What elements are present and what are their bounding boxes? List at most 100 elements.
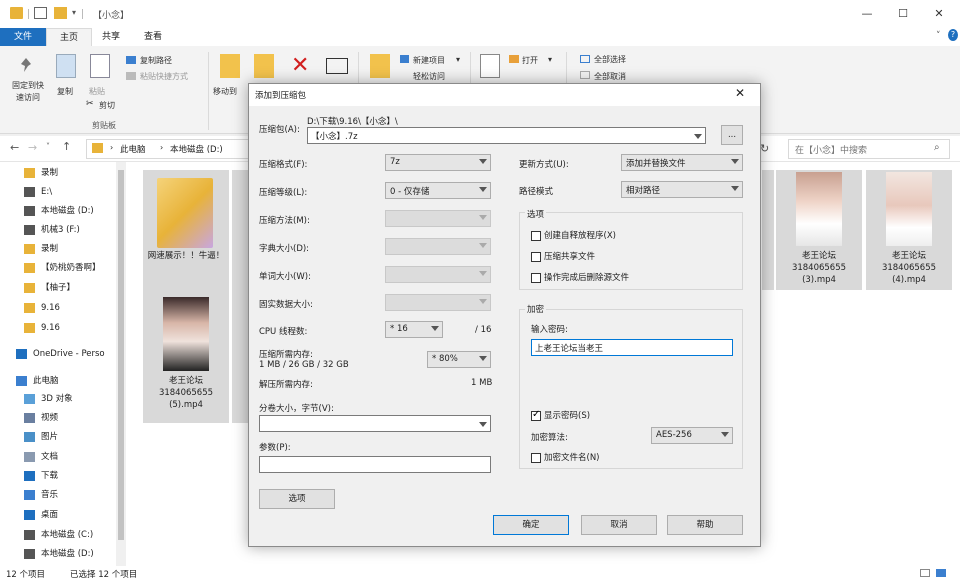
maximize-button[interactable]: ☐ — [888, 5, 918, 23]
solid-size-select[interactable] — [385, 294, 491, 311]
cancel-button[interactable]: 取消 — [581, 515, 657, 535]
paste-button[interactable]: 粘贴 — [89, 86, 105, 97]
word-size-select[interactable] — [385, 266, 491, 283]
copy-button[interactable]: 复制 — [57, 86, 73, 97]
sidebar-item[interactable]: 【奶桃奶香啊】 — [24, 259, 116, 277]
encrypt-names-checkbox[interactable]: 加密文件名(N) — [531, 451, 600, 463]
file-item[interactable]: 网速展示！！牛逼！ — [143, 170, 229, 294]
back-arrow-icon[interactable]: ← — [10, 141, 19, 154]
sidebar-item[interactable]: 此电脑 — [16, 372, 108, 390]
parameters-input[interactable] — [259, 456, 491, 473]
help-button[interactable]: 帮助 — [667, 515, 743, 535]
search-icon[interactable]: ⌕ — [934, 142, 940, 153]
memory-usage-select[interactable]: * 80% — [427, 351, 491, 368]
options-button[interactable]: 选项 — [259, 489, 335, 509]
open-button[interactable]: 打开 — [522, 55, 538, 66]
sidebar-item[interactable]: 录制 — [24, 240, 116, 258]
copy-icon[interactable] — [56, 54, 76, 78]
new-item-button[interactable]: 新建项目 — [413, 55, 445, 66]
sidebar-item[interactable]: E:\ — [24, 183, 116, 201]
file-item-partial[interactable] — [232, 293, 248, 423]
file-item[interactable]: 老王论坛 3184065655 (4).mp4 — [866, 170, 952, 290]
sidebar-item[interactable]: 桌面 — [24, 506, 116, 524]
customize-quick-access-icon[interactable]: ▾ — [72, 8, 76, 17]
forward-arrow-icon[interactable]: → — [28, 141, 37, 154]
sidebar-item[interactable]: 录制 — [24, 164, 116, 182]
archive-name-input[interactable]: 【小念】.7z — [307, 127, 706, 144]
browse-button[interactable]: ... — [721, 125, 743, 145]
copy-path-button[interactable]: 复制路径 — [140, 55, 172, 66]
select-none-button[interactable]: 全部取消 — [594, 71, 626, 82]
file-item[interactable]: 老王论坛 3184065655 (5).mp4 — [143, 293, 229, 423]
pin-quick-access-button[interactable]: 固定到快 速访问 — [10, 80, 46, 104]
details-view-icon[interactable] — [920, 569, 930, 577]
sidebar-item[interactable]: 视频 — [24, 409, 116, 427]
format-select[interactable]: 7z — [385, 154, 491, 171]
checkbox-icon[interactable] — [531, 272, 541, 283]
encryption-method-select[interactable]: AES-256 — [651, 427, 733, 444]
path-mode-select[interactable]: 相对路径 — [621, 181, 743, 198]
show-password-checkbox[interactable]: 显示密码(S) — [531, 409, 590, 421]
sidebar-item[interactable]: 音乐 — [24, 486, 116, 504]
properties-icon[interactable] — [34, 7, 47, 19]
tab-view[interactable]: 查看 — [138, 28, 168, 46]
update-mode-select[interactable]: 添加并替换文件 — [621, 154, 743, 171]
cpu-threads-select[interactable]: * 16 — [385, 321, 443, 338]
copy-to-icon[interactable] — [254, 54, 274, 78]
search-input[interactable]: 在【小念】中搜索 — [788, 139, 950, 159]
move-to-icon[interactable] — [220, 54, 240, 78]
file-item-partial[interactable] — [232, 170, 248, 294]
level-select[interactable]: 0 - 仅存储 — [385, 182, 491, 199]
sidebar-item[interactable]: 【柚子】 — [24, 279, 116, 297]
close-window-button[interactable]: ✕ — [924, 5, 954, 23]
sidebar-item[interactable]: 本地磁盘 (D:) — [24, 202, 116, 220]
pin-icon[interactable] — [17, 56, 35, 76]
create-sfx-checkbox[interactable]: 创建自释放程序(X) — [531, 229, 616, 241]
help-icon[interactable]: ? — [948, 29, 958, 41]
paste-icon[interactable] — [90, 54, 110, 78]
properties-big-icon[interactable] — [480, 54, 500, 78]
sidebar-item[interactable]: 本地磁盘 (C:) — [24, 526, 116, 544]
sidebar-item[interactable]: 9.16 — [24, 319, 116, 337]
paste-shortcut-button[interactable]: 粘贴快捷方式 — [140, 71, 188, 82]
cut-button[interactable]: 剪切 — [99, 100, 115, 111]
sidebar-item[interactable]: 下载 — [24, 467, 116, 485]
delete-icon[interactable]: ✕ — [291, 53, 309, 78]
delete-after-checkbox[interactable]: 操作完成后删除源文件 — [531, 271, 629, 283]
shared-files-checkbox[interactable]: 压缩共享文件 — [531, 250, 595, 262]
ok-button[interactable]: 确定 — [493, 515, 569, 535]
sidebar-item[interactable]: 文档 — [24, 448, 116, 466]
large-icons-view-icon[interactable] — [936, 569, 946, 577]
dialog-close-button[interactable]: ✕ — [735, 86, 745, 100]
move-to-button[interactable]: 移动到 — [213, 86, 237, 97]
dictionary-select[interactable] — [385, 238, 491, 255]
sidebar-item[interactable]: 9.16 — [24, 299, 116, 317]
new-folder-icon[interactable] — [54, 7, 67, 19]
sidebar-item[interactable]: OneDrive - Perso — [16, 345, 108, 363]
password-input[interactable]: 上老王论坛当老王 — [531, 339, 733, 356]
sidebar-item[interactable]: 机械3 (F:) — [24, 221, 116, 239]
tab-home[interactable]: 主页 — [46, 28, 92, 46]
checkbox-icon[interactable] — [531, 251, 541, 262]
nav-scrollbar-thumb[interactable] — [118, 170, 124, 540]
file-item[interactable]: 老王论坛 3184065655 (3).mp4 — [776, 170, 862, 290]
breadcrumb-this-pc[interactable]: 此电脑 — [120, 143, 146, 155]
method-select[interactable] — [385, 210, 491, 227]
checkbox-checked-icon[interactable] — [531, 409, 541, 421]
checkbox-icon[interactable] — [531, 452, 541, 463]
file-item-partial[interactable] — [762, 170, 774, 290]
rename-icon[interactable] — [326, 58, 348, 74]
breadcrumb-drive-d[interactable]: 本地磁盘 (D:) — [170, 143, 223, 155]
new-folder-big-icon[interactable] — [370, 54, 390, 78]
tab-share[interactable]: 共享 — [96, 28, 126, 46]
split-volume-input[interactable] — [259, 415, 491, 432]
up-arrow-icon[interactable]: ↑ — [62, 140, 71, 153]
checkbox-icon[interactable] — [531, 230, 541, 241]
minimize-button[interactable]: — — [852, 5, 882, 23]
sidebar-item[interactable]: 3D 对象 — [24, 390, 116, 408]
select-all-button[interactable]: 全部选择 — [594, 54, 626, 65]
easy-access-button[interactable]: 轻松访问 — [413, 71, 445, 82]
sidebar-item[interactable]: 图片 — [24, 428, 116, 446]
refresh-icon[interactable]: ↻ — [760, 142, 769, 155]
expand-ribbon-icon[interactable]: ˅ — [936, 31, 941, 41]
